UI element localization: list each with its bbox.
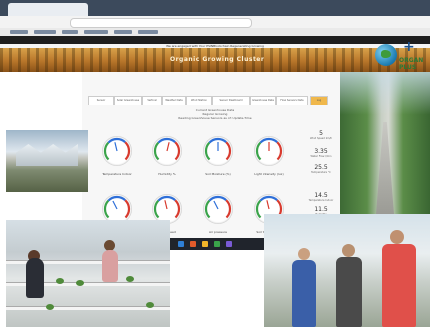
gauge-arc — [225, 199, 232, 219]
person-body — [292, 260, 316, 327]
person-head — [342, 244, 355, 257]
plant — [46, 304, 54, 310]
tab-log[interactable]: Log — [310, 96, 328, 105]
gauge-label: Temperature Indoor — [102, 172, 132, 176]
taskbar — [170, 238, 264, 250]
gauge-needle — [112, 200, 118, 210]
gauge-arc — [157, 137, 176, 144]
info-line: Reading Greenhouse Sensors as of: Update… — [178, 116, 252, 120]
gauge-arc — [174, 141, 181, 161]
gauge-needle — [213, 200, 219, 210]
browser-tab-bar — [0, 0, 430, 16]
greenhouse-aisle — [376, 122, 394, 214]
plant — [56, 278, 64, 284]
app-icon[interactable] — [226, 241, 232, 247]
gauge: Humidity % — [152, 136, 186, 176]
gauge-arc — [107, 195, 126, 202]
hero-banner: Organic Growing Cluster — [0, 48, 430, 72]
logo-plus: + — [403, 39, 415, 55]
gauge-arc — [103, 141, 110, 161]
gauge-arc — [107, 137, 126, 144]
gauge: Light intensity (lux) — [254, 136, 288, 176]
site-top-nav — [0, 36, 430, 44]
tab-flow-sensors[interactable]: Flow Sensors Data — [276, 96, 308, 105]
url-input[interactable] — [70, 18, 252, 28]
app-icon[interactable] — [202, 241, 208, 247]
gauge-needle — [114, 142, 118, 152]
reading: 14.5 Temperature Indoor — [308, 192, 334, 202]
gauge-arc — [276, 141, 283, 161]
app-icon[interactable] — [190, 241, 196, 247]
bookmark-item[interactable] — [84, 30, 108, 34]
person-body — [336, 257, 362, 327]
gauge-arc — [225, 141, 232, 161]
logo-name: ORGAN PLUS — [399, 57, 424, 71]
gauge-arc — [259, 195, 278, 202]
bookmark-item[interactable] — [34, 30, 56, 34]
reading: 25.5 Temperature °C — [311, 164, 331, 174]
plant — [126, 276, 134, 282]
person-body — [102, 250, 118, 282]
tab-sensor-greenhouse[interactable]: Sensor Greenhouse — [88, 96, 114, 105]
bookmarks-bar — [0, 28, 430, 36]
gauge-needle — [266, 200, 270, 210]
gauge: Air pressure — [203, 194, 237, 234]
app-icon[interactable] — [214, 241, 220, 247]
browser-tab-active[interactable] — [8, 3, 88, 16]
banner-title: Organic Growing Cluster — [170, 56, 265, 63]
blank-panel — [170, 250, 264, 327]
greenhouse-roof — [16, 144, 78, 166]
gauge-arc — [153, 199, 160, 219]
dashboard-info: Current Greenhouse Data Regular Growing … — [150, 108, 280, 120]
gauge-label: Light intensity (lux) — [254, 172, 284, 176]
organ-plus-logo[interactable]: + ORGAN PLUS — [373, 38, 425, 76]
workers-planting-photo — [6, 220, 170, 327]
gauge-label: Soil Moisture (%) — [205, 172, 231, 176]
tab-greenhouse-data[interactable]: Greenhouse Data — [250, 96, 276, 105]
gauge-arc — [204, 141, 211, 161]
team-discussion-photo — [264, 214, 430, 327]
bookmark-item[interactable] — [114, 30, 132, 34]
gauge: Soil Moisture (%) — [203, 136, 237, 176]
gauge-arc — [204, 199, 211, 219]
bookmark-item[interactable] — [10, 30, 28, 34]
person-head — [298, 248, 310, 260]
greenhouse-interior-photo — [340, 72, 430, 214]
gauge-arc — [103, 199, 110, 219]
gauge-needle — [164, 200, 168, 210]
reading: 3.35 Water Flow l/min — [310, 148, 332, 158]
plant — [146, 302, 154, 308]
tab-wind-station[interactable]: Wind Station — [186, 96, 212, 105]
bookmark-item[interactable] — [62, 30, 78, 34]
dashboard-tabs: Sensor Greenhouse Solar Greenhouse Verti… — [88, 96, 328, 105]
person-body — [26, 258, 44, 298]
gauge-arc — [157, 195, 176, 202]
tab-solar-greenhouse[interactable]: Solar Greenhouse — [114, 96, 142, 105]
gauge-arc — [208, 195, 227, 202]
app-icon[interactable] — [178, 241, 184, 247]
greenhouse-exterior-photo — [6, 130, 88, 192]
gauge-label: Air pressure — [208, 230, 228, 234]
bookmark-item[interactable] — [138, 30, 158, 34]
gauge-arc — [174, 199, 181, 219]
gauge-arc — [124, 199, 131, 219]
reading: 5 Wind Speed km/h — [309, 130, 333, 140]
tab-weather-data[interactable]: Weather Data — [162, 96, 186, 105]
gauge-needle — [166, 142, 170, 152]
gauge-arc — [124, 141, 131, 161]
globe-land — [381, 50, 391, 58]
plant — [76, 280, 84, 286]
gauge-arc — [153, 141, 160, 161]
growing-rail — [6, 306, 170, 310]
gauge-label: Humidity % — [158, 172, 176, 176]
tab-sensor-dashboard[interactable]: Sensor Dashboard Greenhouse — [212, 96, 250, 105]
gauge-arc — [255, 141, 262, 161]
person-body — [382, 244, 416, 327]
gauge: Temperature Indoor — [102, 136, 136, 176]
gauge-arc — [255, 199, 262, 219]
tab-vertical[interactable]: Vertical — [142, 96, 162, 105]
person-head — [390, 230, 404, 244]
